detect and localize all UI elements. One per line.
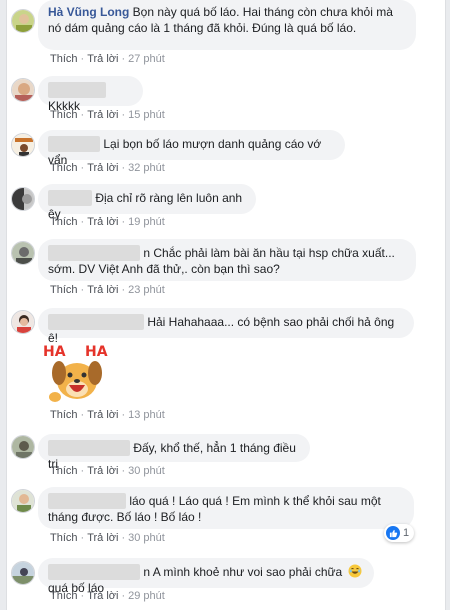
redacted-author — [48, 564, 140, 580]
reply-link[interactable]: Trả lời — [87, 162, 118, 174]
like-link[interactable]: Thích — [50, 465, 78, 477]
reply-link[interactable]: Trả lời — [87, 465, 118, 477]
avatar[interactable] — [11, 9, 35, 33]
like-link[interactable]: Thích — [50, 109, 78, 121]
reaction-count[interactable]: 1 — [384, 524, 415, 542]
like-link[interactable]: Thích — [50, 590, 78, 602]
redacted-author — [48, 190, 92, 206]
reply-link[interactable]: Trả lời — [87, 284, 118, 296]
reply-link[interactable]: Trả lời — [87, 53, 118, 65]
comment-time[interactable]: 27 phút — [128, 53, 165, 65]
like-link[interactable]: Thích — [50, 216, 78, 228]
comment-time[interactable]: 23 phút — [128, 284, 165, 296]
like-link[interactable]: Thích — [50, 53, 78, 65]
comment-bubble: Đấy, khổ thế, hẳn 1 tháng điều trị — [38, 434, 310, 471]
comment-text: n A mình khoẻ như voi sao phải chữa — [143, 565, 343, 579]
comment-bubble: Hải Hahahaaa... có bệnh sao phải chối hả… — [38, 308, 414, 345]
comment-actions: Thích · Trả lời · 23 phút — [50, 284, 165, 296]
redacted-author — [48, 136, 100, 152]
comment-actions: Thích · Trả lời · 29 phút — [50, 590, 165, 602]
avatar[interactable] — [11, 435, 35, 459]
redacted-author — [48, 440, 130, 456]
comment-time[interactable]: 30 phút — [128, 532, 165, 544]
avatar[interactable] — [11, 133, 35, 157]
comment-time[interactable]: 15 phút — [128, 109, 165, 121]
comment-actions: Thích · Trả lời · 15 phút — [50, 109, 165, 121]
comment-time[interactable]: 29 phút — [128, 590, 165, 602]
comment-thread: Hà Vũng Long Bọn này quá bố láo. Hai thá… — [6, 0, 446, 610]
comment-bubble: Hà Vũng Long Bọn này quá bố láo. Hai thá… — [38, 0, 416, 50]
redacted-author — [48, 314, 144, 330]
avatar[interactable] — [11, 310, 35, 334]
reply-link[interactable]: Trả lời — [87, 109, 118, 121]
sticker-word-left: HA — [43, 344, 66, 360]
comment-bubble: n Chắc phải làm bài ăn hầu tại hsp chữa … — [38, 239, 416, 281]
comment-time[interactable]: 30 phút — [128, 465, 165, 477]
comment-actions: Thích · Trả lời · 32 phút — [50, 162, 165, 174]
like-link[interactable]: Thích — [50, 409, 78, 421]
sticker-word-right: HA — [85, 344, 108, 360]
redacted-author — [48, 245, 140, 261]
reaction-number: 1 — [403, 527, 410, 539]
comment-actions: Thích · Trả lời · 19 phút — [50, 216, 165, 228]
comment-time[interactable]: 13 phút — [128, 409, 165, 421]
comment-actions: Thích · Trả lời · 27 phút — [50, 53, 165, 65]
reply-link[interactable]: Trả lời — [87, 216, 118, 228]
avatar[interactable] — [11, 78, 35, 102]
redacted-author — [48, 82, 106, 98]
avatar[interactable] — [11, 187, 35, 211]
reply-link[interactable]: Trả lời — [87, 532, 118, 544]
comment-author[interactable]: Hà Vũng Long — [48, 5, 129, 19]
avatar[interactable] — [11, 489, 35, 513]
comment-actions: Thích · Trả lời · 13 phút — [50, 409, 165, 421]
comment-bubble: láo quá ! Láo quá ! Em mình k thể khỏi s… — [38, 487, 414, 529]
comment-bubble: Địa chỉ rõ ràng lên luôn anh êy — [38, 184, 256, 221]
comment-actions: Thích · Trả lời · 30 phút — [50, 532, 165, 544]
laughing-face-icon — [348, 564, 362, 578]
like-link[interactable]: Thích — [50, 162, 78, 174]
comment-bubble: n A mình khoẻ như voi sao phải chữa quá … — [38, 558, 374, 595]
reply-link[interactable]: Trả lời — [87, 409, 118, 421]
comment-time[interactable]: 32 phút — [128, 162, 165, 174]
like-link[interactable]: Thích — [50, 532, 78, 544]
comment-actions: Thích · Trả lời · 30 phút — [50, 465, 165, 477]
thumbs-up-icon — [386, 526, 400, 540]
sticker[interactable]: HA HA — [41, 339, 113, 405]
comment-time[interactable]: 19 phút — [128, 216, 165, 228]
comment-bubble: Kkkkk — [38, 76, 143, 113]
comment-bubble: Lại bọn bố láo mượn danh quảng cáo vớ vẩ… — [38, 130, 345, 167]
avatar[interactable] — [11, 561, 35, 585]
avatar[interactable] — [11, 241, 35, 265]
reply-link[interactable]: Trả lời — [87, 590, 118, 602]
like-link[interactable]: Thích — [50, 284, 78, 296]
redacted-author — [48, 493, 126, 509]
